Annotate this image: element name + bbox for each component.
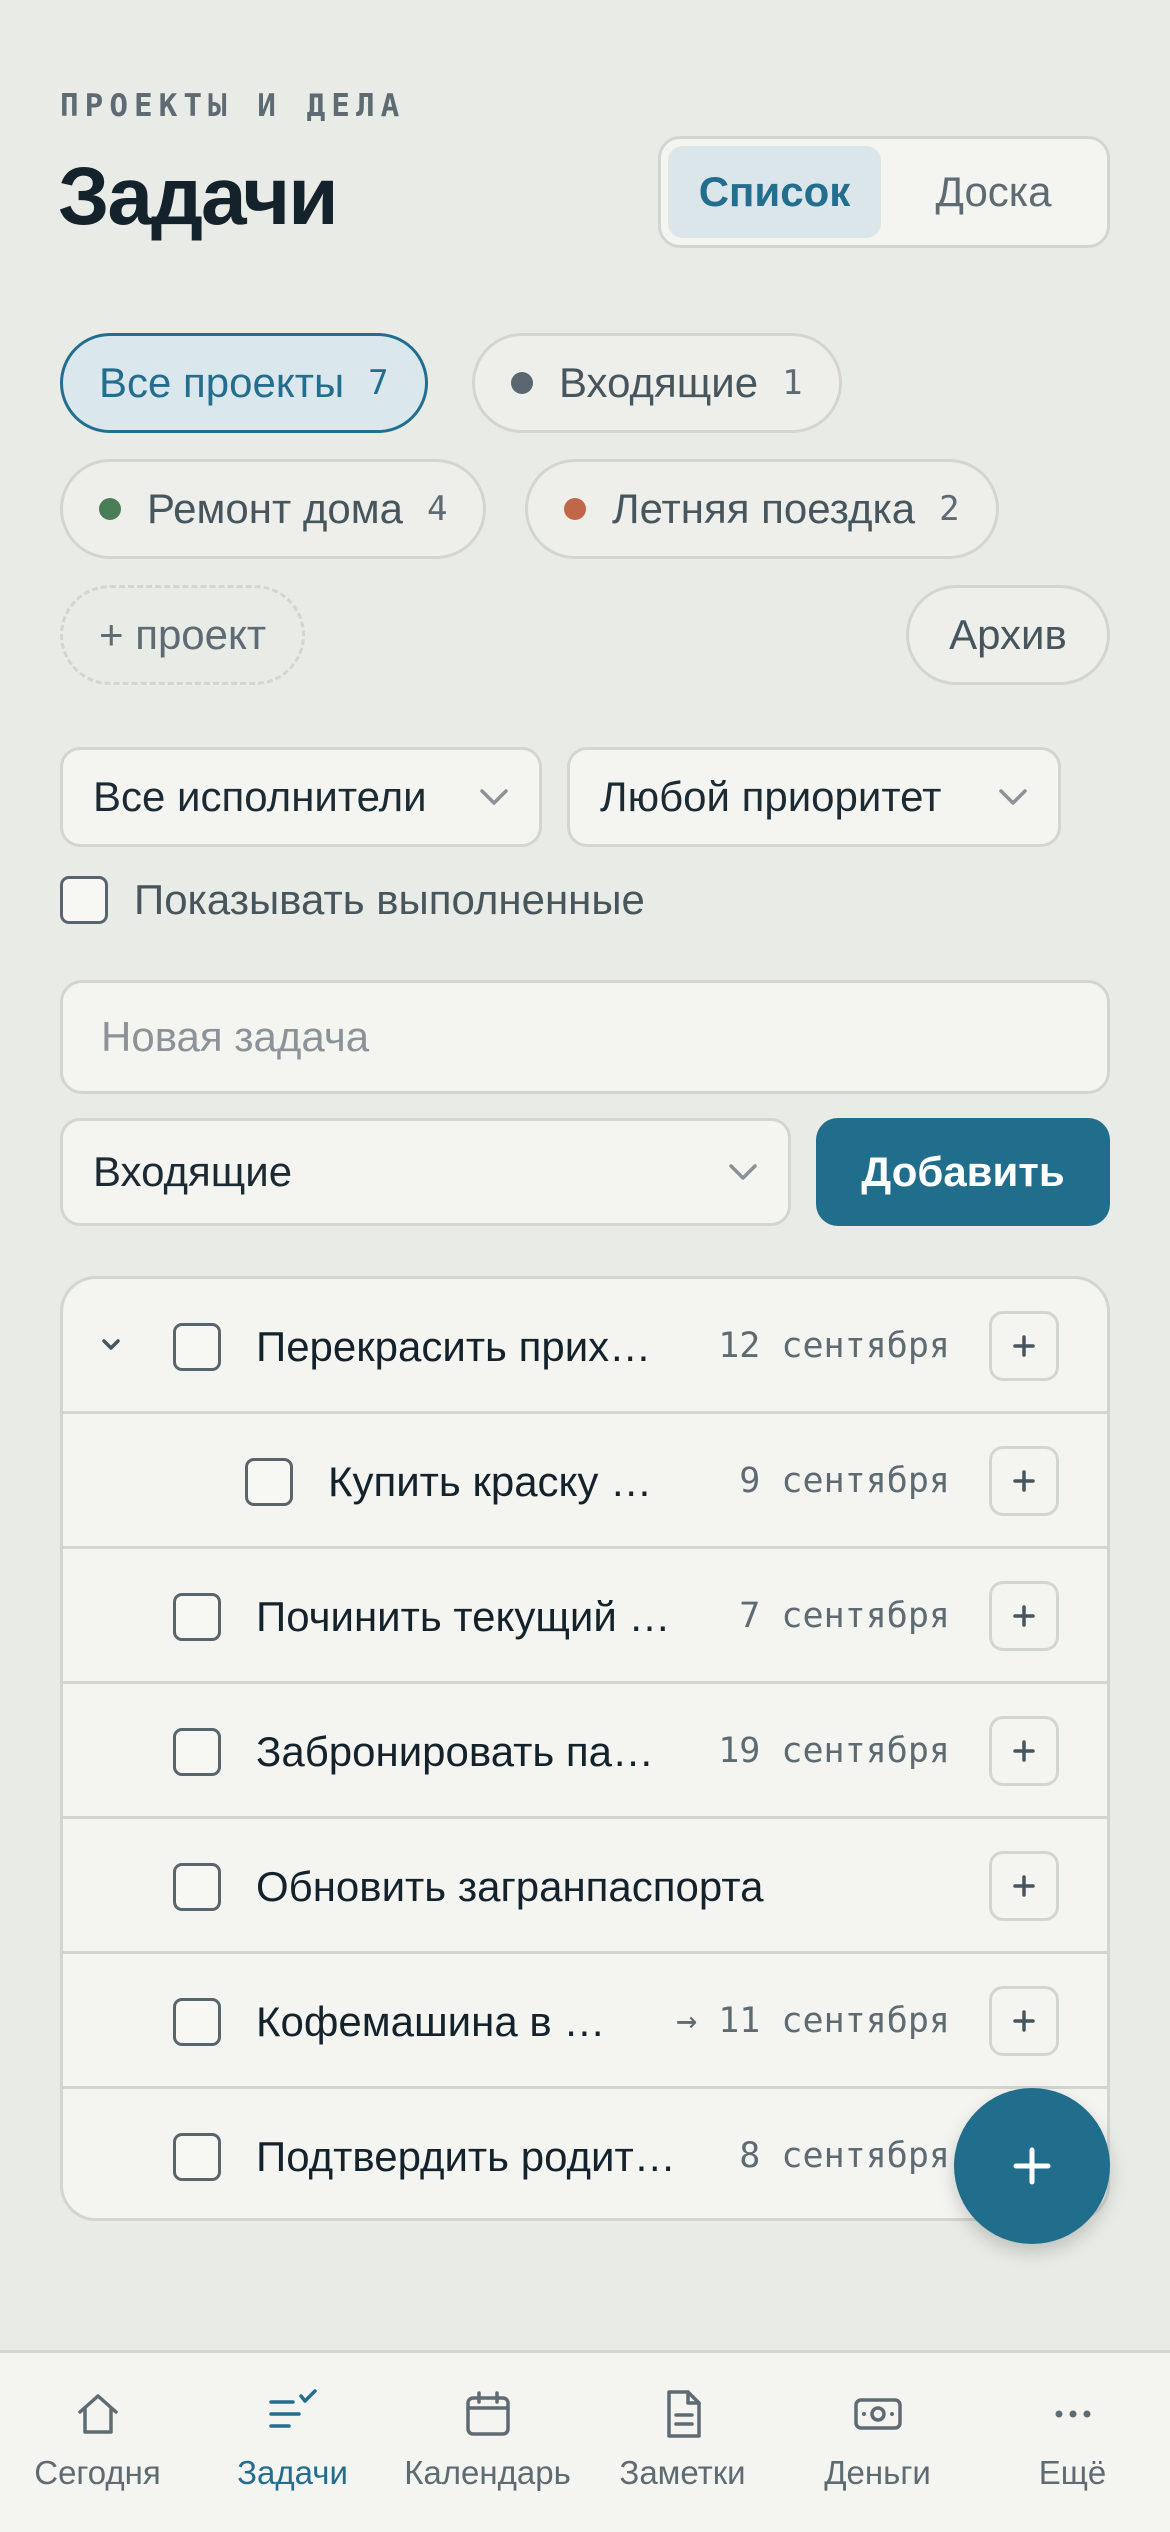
- section-eyebrow: ПРОЕКТЫ И ДЕЛА: [60, 88, 406, 124]
- plus-icon: [1013, 1875, 1035, 1897]
- task-title[interactable]: Перекрасить прих…: [256, 1279, 651, 1414]
- plus-icon: [1013, 1605, 1035, 1627]
- task-row[interactable]: Подтвердить родит… 8 сентября: [63, 2089, 1107, 2218]
- task-due-date: → 11 сентября: [676, 2001, 950, 2041]
- project-chip-count: 4: [426, 489, 448, 529]
- task-due-date: 8 сентября: [739, 2136, 950, 2176]
- tab-calendar[interactable]: Календарь: [390, 2353, 585, 2532]
- task-due-date: 7 сентября: [739, 1596, 950, 1636]
- chevron-down-icon: [729, 1164, 757, 1180]
- tab-label: Деньги: [824, 2454, 931, 2491]
- priority-filter-value: Любой приоритет: [600, 773, 942, 820]
- project-color-dot: [564, 498, 586, 520]
- archive-button[interactable]: Архив: [906, 585, 1110, 685]
- project-color-dot: [99, 498, 121, 520]
- task-checkbox[interactable]: [173, 1998, 221, 2046]
- add-subtask-button[interactable]: [989, 1851, 1059, 1921]
- add-subtask-button[interactable]: [989, 1581, 1059, 1651]
- tab-label: Сегодня: [34, 2454, 161, 2491]
- more-icon: [1055, 2410, 1090, 2418]
- tab-today[interactable]: Сегодня: [0, 2353, 195, 2532]
- project-chip-inbox[interactable]: Входящие 1: [472, 333, 842, 433]
- tab-label: Заметки: [619, 2454, 746, 2491]
- task-checkbox[interactable]: [173, 1728, 221, 1776]
- task-due-date: 12 сентября: [718, 1326, 950, 1366]
- task-row[interactable]: Купить краску … 9 сентября: [63, 1414, 1107, 1549]
- fab-add-task-button[interactable]: [954, 2088, 1110, 2244]
- task-row[interactable]: Кофемашина в … → 11 сентября: [63, 1954, 1107, 2089]
- project-chip-label: Летняя поездка: [612, 485, 916, 532]
- tab-label: Задачи: [237, 2454, 348, 2491]
- task-title[interactable]: Обновить загранпаспорта: [256, 1819, 763, 1954]
- plus-icon: [1013, 2147, 1051, 2185]
- new-task-project-select[interactable]: Входящие: [60, 1118, 791, 1226]
- task-title[interactable]: Кофемашина в …: [256, 1954, 605, 2089]
- money-icon: [853, 2398, 902, 2430]
- task-checkbox[interactable]: [173, 2133, 221, 2181]
- tab-money[interactable]: Деньги: [780, 2353, 975, 2532]
- tab-more[interactable]: Ещё: [975, 2353, 1170, 2532]
- plus-icon: [1013, 1470, 1035, 1492]
- add-subtask-button[interactable]: [989, 1986, 1059, 2056]
- project-chip-count: 2: [939, 489, 960, 529]
- add-project-button[interactable]: + проект: [60, 585, 306, 685]
- view-switcher: Список Доска: [658, 136, 1110, 248]
- task-title[interactable]: Починить текущий …: [256, 1549, 671, 1684]
- chevron-down-icon[interactable]: [93, 1327, 129, 1363]
- tab-notes[interactable]: Заметки: [585, 2353, 780, 2532]
- show-completed-toggle[interactable]: Показывать выполненные: [60, 876, 645, 924]
- chevron-down-icon: [999, 789, 1027, 805]
- tasks-screen: ПРОЕКТЫ И ДЕЛА Задачи Список Доска Все п…: [0, 0, 1170, 2532]
- chevron-down-icon: [480, 789, 508, 805]
- view-tab-board[interactable]: Доска: [887, 146, 1100, 238]
- view-tab-list[interactable]: Список: [668, 146, 881, 238]
- project-chip-all[interactable]: Все проекты 7: [60, 333, 428, 433]
- task-title[interactable]: Забронировать па…: [256, 1684, 654, 1819]
- show-completed-label: Показывать выполненные: [134, 876, 645, 923]
- task-due-date: 9 сентября: [739, 1461, 950, 1501]
- task-checkbox[interactable]: [173, 1593, 221, 1641]
- project-chip-home-repair[interactable]: Ремонт дома 4: [60, 459, 487, 559]
- plus-icon: [1013, 1740, 1035, 1762]
- task-row[interactable]: Починить текущий … 7 сентября: [63, 1549, 1107, 1684]
- add-task-button[interactable]: Добавить: [816, 1118, 1110, 1226]
- task-title[interactable]: Купить краску …: [328, 1414, 652, 1549]
- new-task-project-value: Входящие: [93, 1148, 293, 1195]
- task-title[interactable]: Подтвердить родит…: [256, 2089, 676, 2218]
- home-icon: [77, 2394, 118, 2434]
- project-color-dot: [511, 372, 533, 394]
- tab-label: Ещё: [1038, 2454, 1107, 2491]
- new-task-input[interactable]: [60, 980, 1110, 1094]
- tab-label: Календарь: [404, 2454, 571, 2491]
- task-row[interactable]: Перекрасить прих… 12 сентября: [63, 1279, 1107, 1414]
- notes-icon: [666, 2390, 701, 2438]
- plus-icon: [1013, 1335, 1035, 1357]
- task-list: Перекрасить прих… 12 сентября Купить кра…: [60, 1276, 1110, 2221]
- plus-icon: [1013, 2010, 1035, 2032]
- project-chip-label: Ремонт дома: [147, 485, 403, 532]
- add-subtask-button[interactable]: [989, 1446, 1059, 1516]
- bottom-tab-bar: Сегодня Задачи Календарь Заметки Деньги …: [0, 2350, 1170, 2532]
- project-chip-count: 7: [368, 363, 389, 403]
- tab-tasks[interactable]: Задачи: [195, 2353, 390, 2532]
- project-chip-summer-trip[interactable]: Летняя поездка 2: [525, 459, 999, 559]
- task-checkbox[interactable]: [245, 1458, 293, 1506]
- assignee-filter-value: Все исполнители: [93, 773, 427, 820]
- project-chip-label: Входящие: [559, 359, 759, 406]
- task-row[interactable]: Обновить загранпаспорта: [63, 1819, 1107, 1954]
- priority-filter-select[interactable]: Любой приоритет: [567, 747, 1061, 847]
- calendar-icon: [465, 2391, 510, 2436]
- task-due-date: 19 сентября: [718, 1731, 950, 1771]
- task-checkbox[interactable]: [173, 1863, 221, 1911]
- task-row[interactable]: Забронировать па… 19 сентября: [63, 1684, 1107, 1819]
- assignee-filter-select[interactable]: Все исполнители: [60, 747, 542, 847]
- page-title: Задачи: [58, 151, 339, 242]
- tasks-icon: [268, 2389, 317, 2428]
- add-subtask-button[interactable]: [989, 1716, 1059, 1786]
- task-checkbox[interactable]: [173, 1323, 221, 1371]
- show-completed-checkbox[interactable]: [60, 876, 108, 924]
- project-chip-count: 1: [782, 363, 803, 403]
- add-subtask-button[interactable]: [989, 1311, 1059, 1381]
- project-chip-label: Все проекты: [99, 359, 345, 406]
